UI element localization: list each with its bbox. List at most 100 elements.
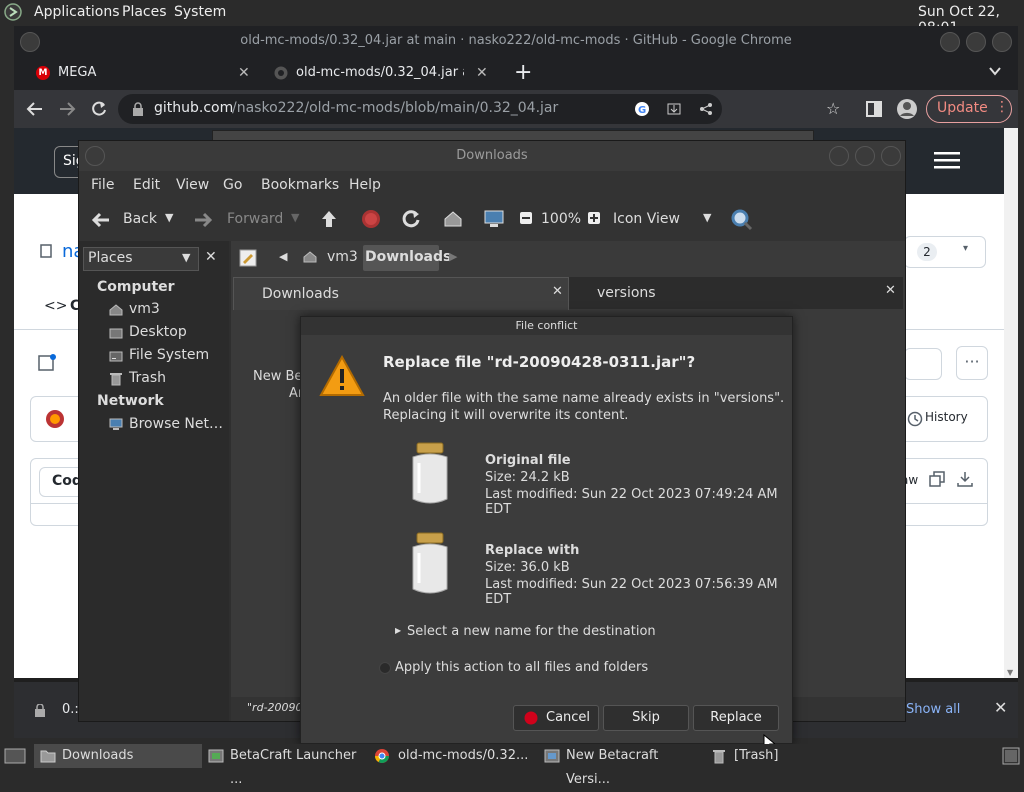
more-options-icon[interactable]: ··· (956, 346, 988, 380)
reload-icon[interactable] (90, 100, 108, 118)
close-window-button[interactable] (881, 146, 901, 166)
counter-button[interactable]: 2 ▾ (904, 236, 986, 268)
google-icon[interactable]: G (634, 101, 650, 117)
tab-mega[interactable]: M MEGA ✕ (24, 56, 260, 90)
address-bar[interactable]: github.com /nasko222/old-mc-mods/blob/ma… (118, 94, 722, 124)
hamburger-menu-icon[interactable] (934, 152, 960, 170)
menu-bookmarks[interactable]: Bookmarks (261, 177, 339, 193)
file-item-label[interactable]: New Be (253, 369, 302, 384)
search-icon[interactable] (731, 209, 753, 231)
back-dropdown-icon[interactable]: ▼ (165, 211, 173, 224)
share-icon[interactable] (698, 101, 714, 117)
back-button[interactable]: Back (123, 211, 157, 227)
replace-button[interactable]: Replace (693, 705, 779, 731)
close-tab-icon[interactable]: ✕ (552, 284, 563, 299)
minimize-button[interactable] (829, 146, 849, 166)
forward-dropdown-icon[interactable]: ▼ (291, 211, 299, 224)
back-icon[interactable] (91, 211, 111, 229)
window-menu-button[interactable] (85, 146, 105, 166)
path-left-arrow-icon[interactable]: ◀ (279, 250, 287, 263)
sidebar-item-desktop[interactable]: Desktop (129, 324, 187, 340)
path-segment-vm3[interactable]: vm3 (327, 249, 358, 265)
bookmark-star-icon[interactable]: ☆ (826, 99, 840, 118)
taskbar-item-betacraft[interactable]: BetaCraft Launcher ... (206, 744, 370, 787)
close-tab-icon[interactable]: ✕ (238, 56, 250, 90)
expander-arrow-icon[interactable]: ▶ (395, 626, 401, 635)
path-segment-downloads[interactable]: Downloads (363, 245, 451, 271)
forward-arrow-icon[interactable] (58, 100, 76, 118)
cancel-button[interactable]: Cancel (513, 705, 599, 731)
chrome-icon (374, 748, 390, 764)
distro-logo-icon[interactable] (4, 3, 22, 21)
close-tab-icon[interactable]: ✕ (885, 283, 896, 298)
up-icon[interactable] (319, 209, 339, 229)
tab-downloads[interactable]: Downloads ✕ (233, 277, 569, 310)
tab-versions[interactable]: versions ✕ (569, 277, 903, 309)
stop-icon[interactable] (361, 209, 381, 229)
new-tab-icon[interactable]: + (514, 60, 532, 85)
window-menu-button[interactable] (20, 32, 40, 52)
download-icon[interactable] (957, 471, 973, 487)
taskbar-item-downloads[interactable]: Downloads (34, 744, 202, 768)
taskbar-item-new-betacraft[interactable]: New Betacraft Versi... (542, 744, 704, 787)
scroll-down-icon[interactable]: ▼ (1007, 668, 1013, 677)
menu-edit[interactable]: Edit (133, 177, 160, 193)
code-tab-icon[interactable]: <> (44, 298, 67, 314)
menu-view[interactable]: View (176, 177, 209, 193)
update-button[interactable]: Update ⋮ (926, 95, 1012, 123)
path-right-arrow-icon[interactable]: ▶ (449, 250, 457, 263)
history-link[interactable]: History (925, 410, 968, 424)
taskbar-item-trash[interactable]: [Trash] (710, 744, 800, 768)
menu-help[interactable]: Help (349, 177, 381, 193)
sidebar-selector[interactable]: Places ▼ (83, 247, 199, 271)
side-panel-icon[interactable] (866, 101, 882, 117)
close-download-bar-icon[interactable]: ✕ (994, 698, 1007, 717)
apply-all-label[interactable]: Apply this action to all files and folde… (395, 660, 648, 675)
show-all-button[interactable]: Show all (906, 696, 976, 724)
history-clock-icon[interactable] (907, 411, 923, 427)
sidebar-item-browse-network[interactable]: Browse Net… (129, 416, 223, 432)
sidebar-item-file-system[interactable]: File System (129, 347, 209, 363)
menu-file[interactable]: File (91, 177, 114, 193)
apply-all-checkbox[interactable] (379, 662, 391, 674)
zoom-in-icon[interactable] (587, 211, 601, 225)
sidebar-toggle-icon[interactable] (38, 354, 56, 372)
zoom-out-icon[interactable] (519, 211, 533, 225)
zoom-level[interactable]: 100% (541, 211, 581, 227)
close-window-button[interactable] (992, 32, 1012, 52)
sidebar-item-vm3[interactable]: vm3 (129, 301, 160, 317)
filesystem-icon (109, 350, 123, 362)
minimize-button[interactable] (940, 32, 960, 52)
skip-button[interactable]: Skip (603, 705, 689, 731)
edit-location-icon[interactable] (239, 249, 257, 267)
forward-button[interactable]: Forward (227, 211, 283, 227)
install-icon[interactable] (666, 101, 682, 117)
new-name-expander[interactable]: Select a new name for the destination (407, 624, 656, 639)
tab-search-chevron-icon[interactable] (988, 64, 1002, 78)
view-mode-dropdown-icon[interactable]: ▼ (703, 211, 711, 224)
reload-icon[interactable] (401, 209, 421, 229)
profile-avatar-icon[interactable] (896, 98, 918, 120)
forward-icon[interactable] (193, 211, 213, 229)
workspace-switcher-icon[interactable] (1002, 747, 1020, 765)
close-tab-icon[interactable]: ✕ (476, 56, 488, 90)
menu-system[interactable]: System (174, 4, 226, 20)
page-scrollbar[interactable]: ▼ (1004, 128, 1018, 678)
maximize-button[interactable] (855, 146, 875, 166)
download-item-fragment[interactable]: 0.: (62, 702, 79, 717)
menu-applications[interactable]: Applications (34, 4, 120, 20)
sidebar-item-trash[interactable]: Trash (129, 370, 166, 386)
back-arrow-icon[interactable] (26, 100, 44, 118)
menu-places[interactable]: Places (122, 4, 167, 20)
view-mode-select[interactable]: Icon View (613, 211, 680, 227)
close-sidebar-icon[interactable]: ✕ (205, 249, 217, 265)
copy-icon[interactable] (929, 471, 945, 487)
tab-github[interactable]: old-mc-mods/0.32_04.jar at r ✕ (270, 56, 496, 90)
taskbar-item-chrome[interactable]: old-mc-mods/0.32... (374, 744, 534, 768)
menu-go[interactable]: Go (223, 177, 242, 193)
computer-icon[interactable] (483, 209, 505, 229)
search-field-fragment[interactable] (904, 348, 942, 380)
home-icon[interactable] (443, 209, 463, 229)
show-desktop-icon[interactable] (4, 748, 26, 764)
maximize-button[interactable] (966, 32, 986, 52)
